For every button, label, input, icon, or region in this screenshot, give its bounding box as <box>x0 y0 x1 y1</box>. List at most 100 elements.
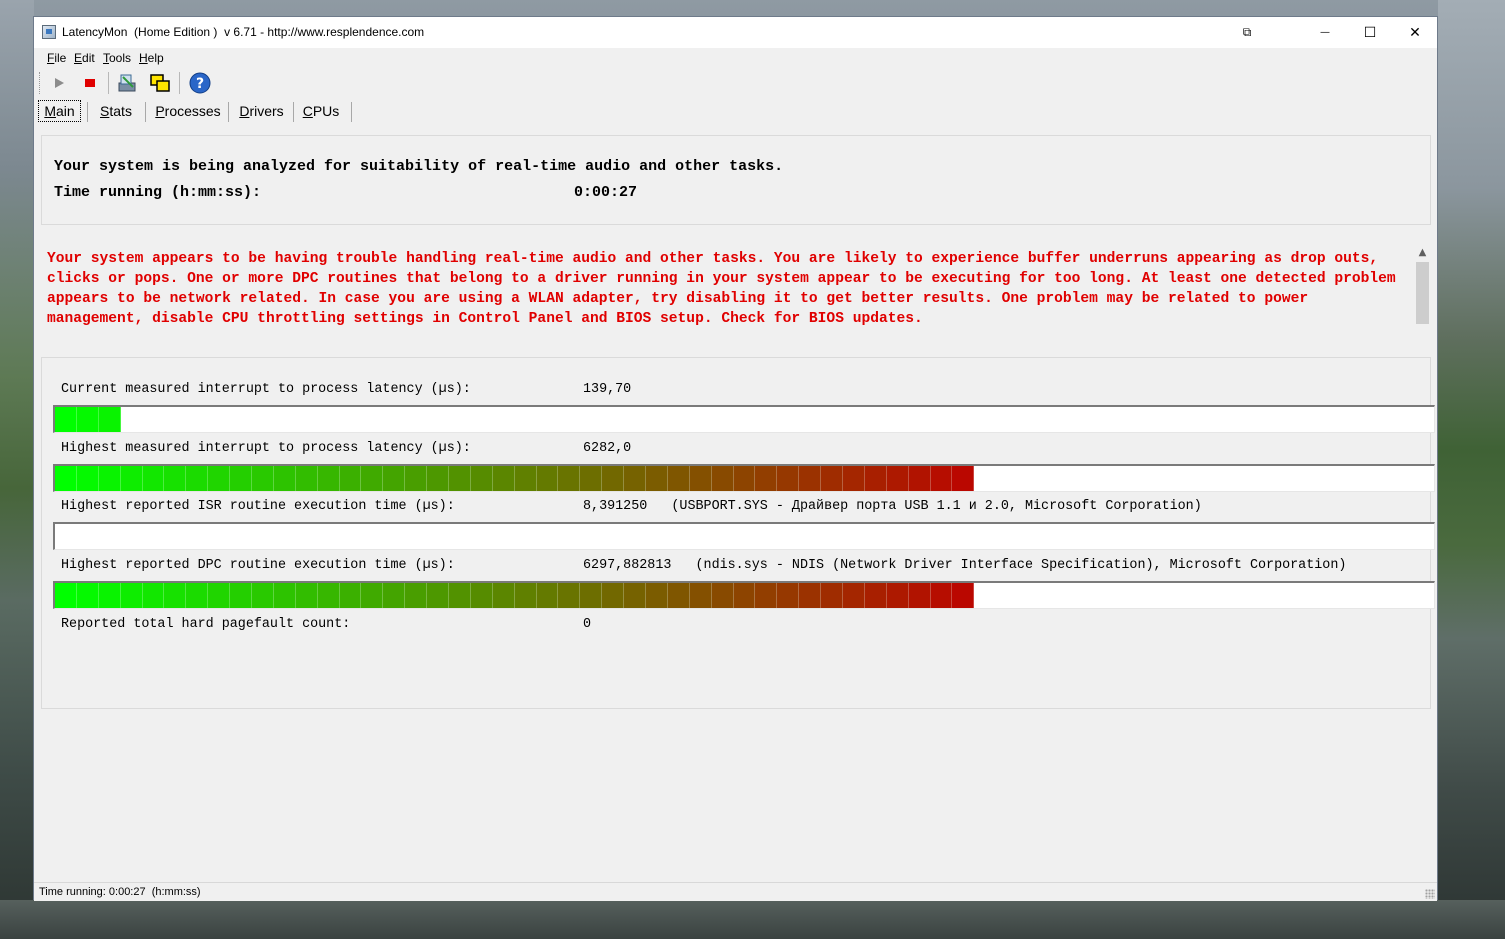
bar-segment <box>208 583 231 608</box>
app-icon <box>42 25 56 39</box>
bar-segment <box>733 583 756 608</box>
bar-segment <box>98 466 121 491</box>
bar-segment <box>252 583 274 608</box>
bar-segment <box>733 466 756 491</box>
warning-box[interactable]: Your system appears to be having trouble… <box>42 244 1431 371</box>
latencymon-window: LatencyMon (Home Edition ) v 6.71 - http… <box>33 16 1438 901</box>
highest-isr-value: 8,391250 (USBPORT.SYS - Драйвер порта US… <box>583 499 1202 514</box>
wrench-icon <box>118 74 136 92</box>
bar-segment <box>755 466 778 491</box>
bar-segment <box>755 583 778 608</box>
bar-segment <box>930 583 953 608</box>
bar-segment <box>186 583 209 608</box>
status-bar: Time running: 0:00:27 (h:mm:ss) <box>34 882 1437 901</box>
tab-processes[interactable]: Processes <box>152 100 224 122</box>
bar-segment <box>361 583 384 608</box>
bar-segment <box>470 466 493 491</box>
highest-dpc-label: Highest reported DPC routine execution t… <box>61 558 455 573</box>
warning-text: Your system appears to be having trouble… <box>47 251 1396 327</box>
bar-segment <box>930 466 953 491</box>
pagefault-label: Reported total hard pagefault count: <box>61 617 351 632</box>
desktop-background-bottom <box>0 900 1505 939</box>
menu-help[interactable]: Help <box>139 51 164 65</box>
tablet-mode-button[interactable]: ⧉ <box>1224 17 1270 48</box>
bar-segment <box>602 466 625 491</box>
bar-segment <box>317 583 340 608</box>
close-icon: ✕ <box>1409 24 1421 41</box>
bar-segment <box>142 466 165 491</box>
help-button[interactable]: ? <box>188 72 212 94</box>
tab-bar: Main Stats Processes Drivers CPUs <box>34 98 1437 124</box>
bar-segment <box>799 466 822 491</box>
bar-segment <box>339 583 362 608</box>
windows-icon <box>150 74 170 92</box>
bar-segment <box>76 407 99 432</box>
highest-isr-label: Highest reported ISR routine execution t… <box>61 499 455 514</box>
title-bar[interactable]: LatencyMon (Home Edition ) v 6.71 - http… <box>34 17 1437 48</box>
bar-segment <box>580 466 603 491</box>
menu-tools[interactable]: Tools <box>103 51 131 65</box>
bar-segment <box>142 583 165 608</box>
menu-file[interactable]: File <box>47 51 66 65</box>
help-icon: ? <box>189 72 211 94</box>
highest-dpc-bar <box>53 581 1435 609</box>
tab-drivers[interactable]: Drivers <box>234 100 289 122</box>
tab-separator <box>228 102 229 122</box>
metrics-panel: Current measured interrupt to process la… <box>41 357 1435 709</box>
tab-cpus[interactable]: CPUs <box>299 100 343 122</box>
bar-segment <box>55 583 77 608</box>
close-button[interactable]: ✕ <box>1392 17 1438 48</box>
stop-button[interactable] <box>78 72 102 94</box>
resize-grip-icon[interactable] <box>1425 889 1435 899</box>
bar-segment <box>886 466 909 491</box>
tab-main[interactable]: Main <box>38 100 81 122</box>
bar-segment <box>273 583 296 608</box>
tab-separator <box>87 102 88 122</box>
bar-segment <box>55 466 77 491</box>
status-text: Time running: 0:00:27 (h:mm:ss) <box>39 886 201 898</box>
bar-segment <box>76 466 99 491</box>
maximize-icon: ☐ <box>1363 24 1377 41</box>
bar-segment <box>667 583 690 608</box>
start-button[interactable] <box>47 72 71 94</box>
menu-edit[interactable]: Edit <box>74 51 95 65</box>
snap-icon: ⧉ <box>1242 25 1252 39</box>
bar-segment <box>821 583 843 608</box>
windows-button[interactable] <box>148 72 172 94</box>
tools-button[interactable] <box>116 72 140 94</box>
scroll-up-icon[interactable]: ▲ <box>1414 244 1431 261</box>
toolbar-separator <box>179 72 180 94</box>
bar-segment <box>98 407 121 432</box>
bar-segment <box>536 466 559 491</box>
bar-segment <box>186 466 209 491</box>
bar-segment <box>689 466 712 491</box>
current-latency-bar <box>53 405 1435 433</box>
bar-segment <box>470 583 493 608</box>
scroll-thumb[interactable] <box>1416 262 1429 324</box>
toolbar-grip[interactable] <box>39 72 41 94</box>
toolbar-separator <box>108 72 109 94</box>
bar-segment <box>514 466 537 491</box>
bar-segment <box>252 466 274 491</box>
bar-segment <box>427 583 449 608</box>
play-icon <box>55 78 64 88</box>
bar-segment <box>821 466 843 491</box>
desktop-background-left <box>0 0 34 939</box>
tab-stats[interactable]: Stats <box>92 100 140 122</box>
bar-segment <box>667 466 690 491</box>
bar-segment <box>908 583 931 608</box>
bar-segment <box>383 583 406 608</box>
bar-segment <box>492 466 515 491</box>
minimize-button[interactable]: — <box>1302 17 1348 48</box>
maximize-button[interactable]: ☐ <box>1347 17 1393 48</box>
bar-segment <box>799 583 822 608</box>
bar-segment <box>208 466 231 491</box>
bar-segment <box>646 583 668 608</box>
bar-segment <box>624 466 646 491</box>
bar-segment <box>514 583 537 608</box>
bar-segment <box>76 583 99 608</box>
tab-separator <box>293 102 294 122</box>
bar-segment <box>580 583 603 608</box>
bar-segment <box>361 466 384 491</box>
warning-scrollbar[interactable]: ▲ ▼ <box>1414 244 1431 371</box>
